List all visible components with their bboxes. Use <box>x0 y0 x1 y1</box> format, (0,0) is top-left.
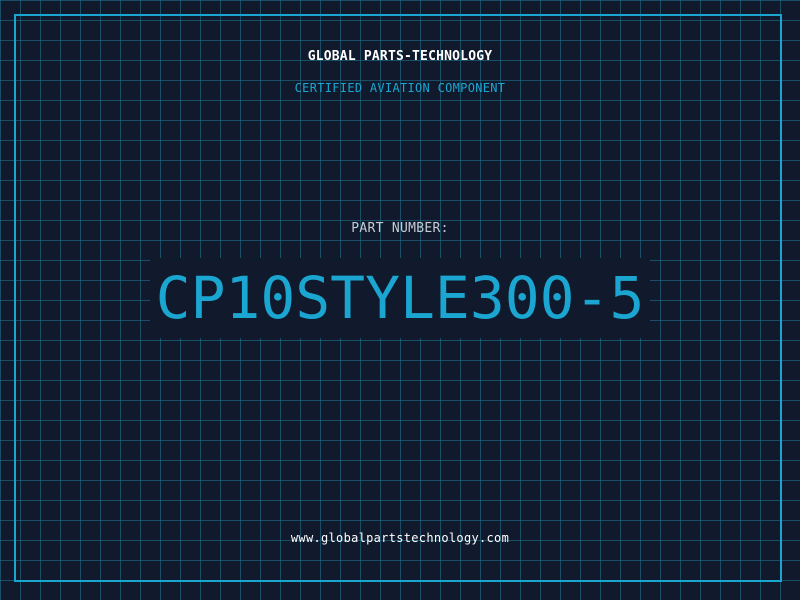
certification-subtitle: CERTIFIED AVIATION COMPONENT <box>294 81 506 95</box>
company-name: GLOBAL PARTS-TECHNOLOGY <box>307 49 493 64</box>
part-number-container: CP10STYLE300-5 <box>0 258 800 338</box>
website-url: www.globalpartstechnology.com <box>290 531 510 545</box>
label-card: GLOBAL PARTS-TECHNOLOGY CERTIFIED AVIATI… <box>0 0 800 600</box>
part-number-label: PART NUMBER: <box>351 221 449 236</box>
part-number-value: CP10STYLE300-5 <box>149 258 651 338</box>
